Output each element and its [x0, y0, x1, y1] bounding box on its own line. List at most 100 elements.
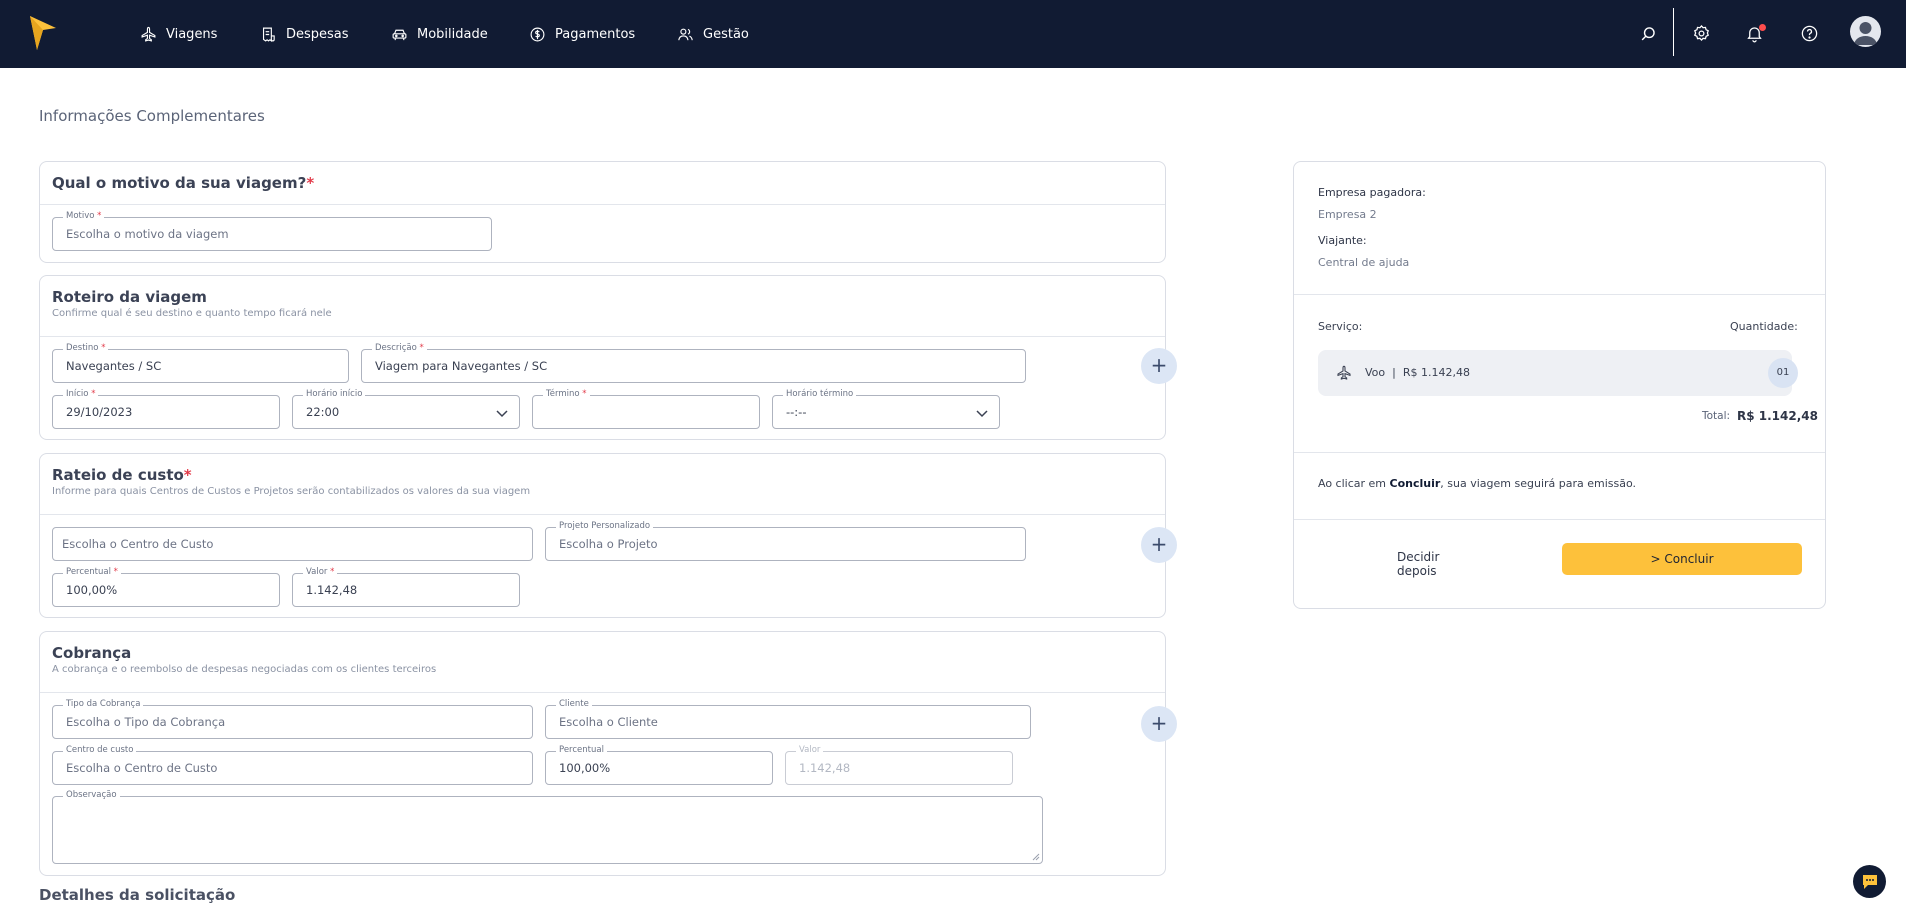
- conclude-button[interactable]: > Concluir: [1562, 543, 1802, 575]
- cobranca-title: Cobrança: [52, 644, 132, 662]
- nav-viagens[interactable]: Viagens: [140, 21, 217, 47]
- cliente-select[interactable]: Cliente Escolha o Cliente: [545, 699, 1031, 739]
- motivo-title: Qual o motivo da sua viagem?*: [52, 174, 315, 192]
- info-text: Ao clicar em Concluir, sua viagem seguir…: [1318, 477, 1637, 490]
- chevron-down-icon: [976, 410, 988, 418]
- quantidade-label: Quantidade:: [1730, 320, 1798, 333]
- field-label: Cliente: [556, 699, 592, 710]
- card-header: Cobrança A cobrança e o reembolso de des…: [40, 632, 1165, 693]
- field-value: 1.142,48: [799, 761, 851, 775]
- tipo-cobranca-select[interactable]: Tipo da Cobrança Escolha o Tipo da Cobra…: [52, 699, 533, 739]
- receipt-icon: [262, 27, 275, 42]
- motivo-select[interactable]: Motivo * Escolha o motivo da viagem: [52, 211, 492, 251]
- plane-icon: [1337, 365, 1351, 380]
- horario-inicio-select[interactable]: Horário início 22:00: [292, 389, 520, 429]
- field-label: Horário término: [783, 389, 857, 400]
- field-label: Percentual *: [63, 567, 121, 578]
- roteiro-subtitle: Confirme qual é seu destino e quanto tem…: [52, 308, 332, 319]
- avatar[interactable]: [1850, 16, 1881, 47]
- cobranca-centro-custo-select[interactable]: Centro de custo Escolha o Centro de Cust…: [52, 745, 533, 785]
- field-value: --:--: [786, 405, 807, 419]
- field-label: Projeto Personalizado: [556, 521, 654, 532]
- observacao-textarea[interactable]: Observação: [52, 790, 1043, 864]
- dollar-circle-icon: [530, 27, 545, 41]
- settings-button[interactable]: [1689, 21, 1713, 45]
- descricao-input[interactable]: Descrição * Viagem para Navegantes / SC: [361, 343, 1026, 383]
- field-value: Escolha o Tipo da Cobrança: [66, 715, 226, 729]
- section-title-detalhes: Detalhes da solicitação: [39, 886, 236, 904]
- nav-label: Gestão: [703, 26, 749, 42]
- nav-pagamentos[interactable]: Pagamentos: [529, 21, 635, 47]
- nav-mobilidade[interactable]: Mobilidade: [391, 21, 488, 47]
- field-label: Valor: [796, 745, 824, 756]
- destino-input[interactable]: Destino * Navegantes / SC: [52, 343, 349, 383]
- field-value: Escolha o Projeto: [559, 537, 658, 551]
- horario-termino-select[interactable]: Horário término --:--: [772, 389, 1000, 429]
- nav-despesas[interactable]: Despesas: [260, 21, 349, 47]
- rateio-centro-custo-select[interactable]: Escolha o Centro de Custo: [52, 527, 533, 561]
- cobranca-card: Cobrança A cobrança e o reembolso de des…: [39, 631, 1166, 876]
- chat-icon: [1862, 874, 1877, 889]
- car-icon: [392, 29, 407, 40]
- logo[interactable]: [30, 16, 56, 50]
- field-value: Navegantes / SC: [66, 359, 162, 373]
- divider: [1294, 452, 1825, 453]
- plane-icon: [141, 26, 156, 42]
- quantity-badge: 01: [1768, 358, 1798, 388]
- add-cobranca-button[interactable]: +: [1141, 706, 1177, 742]
- nav-gestao[interactable]: Gestão: [677, 21, 749, 47]
- field-label: Início *: [63, 389, 99, 400]
- resize-handle-icon[interactable]: [1032, 853, 1040, 861]
- card-header: Rateio de custo* Informe para quais Cent…: [40, 454, 1165, 515]
- inicio-date-input[interactable]: Início * 29/10/2023: [52, 389, 280, 429]
- field-value: 22:00: [306, 405, 340, 419]
- termino-date-input[interactable]: Término *: [532, 389, 760, 429]
- nav-label: Viagens: [166, 26, 218, 42]
- field-value: 1.142,48: [306, 583, 358, 597]
- roteiro-card: Roteiro da viagem Confirme qual é seu de…: [39, 275, 1166, 440]
- nav-label: Mobilidade: [417, 26, 488, 42]
- field-label: Valor *: [303, 567, 338, 578]
- rateio-percentual-input[interactable]: Percentual * 100,00%: [52, 567, 280, 607]
- field-label: Tipo da Cobrança: [63, 699, 144, 710]
- cobranca-percentual-input[interactable]: Percentual 100,00%: [545, 745, 773, 785]
- cobranca-valor-input: Valor 1.142,48: [785, 745, 1013, 785]
- field-value: 29/10/2023: [66, 405, 133, 419]
- field-label: Percentual: [556, 745, 607, 756]
- nav-label: Pagamentos: [555, 26, 636, 42]
- top-navbar: Viagens Despesas Mobilidade Pagamentos G…: [0, 0, 1906, 68]
- rateio-card: Rateio de custo* Informe para quais Cent…: [39, 453, 1166, 618]
- field-value: 100,00%: [559, 761, 611, 775]
- field-value: Escolha o motivo da viagem: [66, 227, 229, 241]
- toolbar-divider: [1673, 8, 1674, 56]
- empresa-label: Empresa pagadora:: [1318, 186, 1426, 199]
- decide-later-button[interactable]: Decidir depois: [1397, 550, 1477, 578]
- card-header: Roteiro da viagem Confirme qual é seu de…: [40, 276, 1165, 337]
- total-label: Total:: [1702, 410, 1731, 422]
- help-button[interactable]: [1797, 21, 1821, 45]
- field-value: 100,00%: [66, 583, 118, 597]
- summary-panel: Empresa pagadora: Empresa 2 Viajante: Ce…: [1293, 161, 1826, 609]
- page-title: Informações Complementares: [39, 107, 265, 125]
- required-mark: *: [306, 174, 315, 192]
- gear-icon: [1693, 24, 1709, 41]
- total-value: R$ 1.142,48: [1737, 409, 1818, 423]
- search-button[interactable]: [1636, 21, 1660, 45]
- field-value: Escolha o Centro de Custo: [66, 761, 218, 775]
- add-rateio-button[interactable]: +: [1141, 527, 1177, 563]
- notification-dot: [1759, 24, 1766, 31]
- field-label: Destino *: [63, 343, 109, 354]
- roteiro-title: Roteiro da viagem: [52, 288, 207, 306]
- users-icon: [678, 28, 693, 40]
- viajante-label: Viajante:: [1318, 234, 1367, 247]
- field-value: Viagem para Navegantes / SC: [375, 359, 548, 373]
- rateio-valor-input[interactable]: Valor * 1.142,48: [292, 567, 520, 607]
- field-value: Escolha o Centro de Custo: [62, 537, 214, 551]
- card-header: Qual o motivo da sua viagem?*: [40, 162, 1165, 205]
- help-icon: [1801, 25, 1817, 41]
- chat-button[interactable]: [1853, 865, 1886, 898]
- motivo-card: Qual o motivo da sua viagem?* Motivo * E…: [39, 161, 1166, 263]
- add-destination-button[interactable]: +: [1141, 348, 1177, 384]
- projeto-select[interactable]: Projeto Personalizado Escolha o Projeto: [545, 521, 1026, 561]
- chevron-down-icon: [496, 410, 508, 418]
